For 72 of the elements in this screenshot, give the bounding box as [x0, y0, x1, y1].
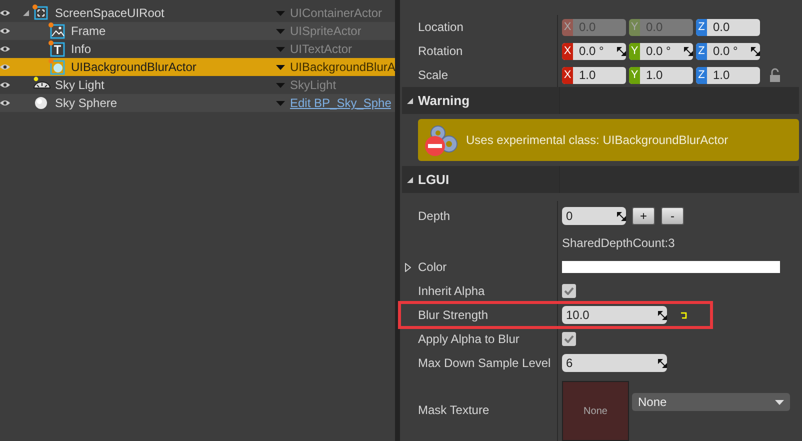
checkbox[interactable]: [562, 332, 576, 346]
property-label: Max Down Sample Level: [417, 355, 552, 372]
expanded-arrow-icon[interactable]: [22, 9, 30, 17]
section-title: Warning: [418, 92, 470, 110]
visibility-icon[interactable]: [0, 99, 10, 107]
outliner-row[interactable]: Sky Sphere Edit BP_Sky_Sphe: [0, 94, 395, 112]
actor-type: UISpriteActor: [290, 23, 362, 40]
number-field[interactable]: X 0.0 °: [562, 42, 626, 60]
outliner-row[interactable]: Info UITextActor: [0, 40, 395, 58]
outliner-row[interactable]: UIBackgroundBlurActor UIBackgroundBlurA: [0, 58, 395, 76]
drag-handle-icon: [684, 46, 693, 56]
actor-name: Sky Light: [55, 77, 104, 94]
edit-blueprint-link[interactable]: Edit BP_Sky_Sphe: [290, 94, 392, 112]
image-icon: [48, 22, 67, 40]
warning-message: Uses experimental class: UIBackgroundBlurActor: [466, 132, 728, 149]
section-header[interactable]: LGUI: [402, 166, 799, 193]
depth-button[interactable]: -: [661, 207, 684, 225]
property-label: Mask Texture: [417, 402, 490, 419]
text-icon: [48, 40, 67, 58]
property-label: Depth: [417, 208, 452, 225]
drag-handle-icon: [751, 46, 760, 56]
unlocked-lock-icon[interactable]: [769, 68, 781, 82]
checkbox[interactable]: [562, 284, 576, 298]
drag-handle-icon: [658, 358, 667, 368]
property-label: Color: [418, 259, 447, 276]
actor-type: UITextActor: [290, 41, 352, 58]
actor-type: UIContainerActor: [290, 5, 382, 22]
visibility-icon[interactable]: [0, 9, 10, 17]
number-field[interactable]: Y 0.0 °: [629, 42, 693, 60]
number-field[interactable]: X 1.0: [562, 66, 626, 84]
actor-name: UIBackgroundBlurActor: [71, 59, 196, 76]
number-field[interactable]: Z 0.0: [696, 18, 760, 36]
section-title: LGUI: [418, 170, 450, 189]
actor-type: SkyLight: [290, 77, 336, 94]
expanded-arrow-icon: [406, 176, 414, 184]
actor-name: Info: [71, 41, 92, 58]
outliner-row[interactable]: Frame UISpriteActor: [0, 22, 395, 40]
visibility-icon[interactable]: [0, 45, 10, 53]
property-label: Inherit Alpha: [417, 283, 486, 300]
outliner-row[interactable]: Sky Light SkyLight: [0, 76, 395, 94]
drag-handle-icon: [658, 310, 667, 320]
visibility-icon[interactable]: [0, 27, 10, 35]
visibility-icon[interactable]: [0, 81, 10, 89]
depth-button[interactable]: +: [632, 207, 655, 225]
property-label: Blur Strength: [417, 307, 490, 324]
actor-name: Frame: [71, 23, 106, 40]
property-label: Location: [417, 19, 464, 36]
number-field[interactable]: 10.0: [562, 306, 667, 324]
property-label: Apply Alpha to Blur: [417, 331, 520, 348]
property-label: Scale: [417, 67, 450, 84]
expanded-arrow-icon: [406, 96, 414, 104]
depth-count-text: SharedDepthCount:3: [562, 235, 675, 252]
outliner-row[interactable]: ScreenSpaceUIRoot UIContainerActor: [0, 4, 395, 22]
dropdown-caret-icon: [775, 400, 784, 404]
collapsed-arrow-icon[interactable]: [405, 262, 411, 272]
visibility-icon[interactable]: [0, 63, 10, 71]
section-header[interactable]: Warning: [402, 87, 799, 114]
number-field[interactable]: 6: [562, 354, 667, 372]
texture-dropdown[interactable]: None: [632, 393, 790, 411]
actor-name: Sky Sphere: [55, 95, 118, 112]
number-field[interactable]: 0: [562, 207, 626, 225]
actor-name: ScreenSpaceUIRoot: [55, 5, 164, 22]
texture-thumbnail[interactable]: None: [562, 381, 629, 441]
actor-type: UIBackgroundBlurA: [290, 59, 395, 76]
color-swatch[interactable]: [562, 261, 780, 273]
dropdown-caret-icon[interactable]: [276, 64, 285, 70]
property-label: Rotation: [417, 43, 464, 60]
drag-handle-icon: [617, 212, 626, 220]
number-field[interactable]: Z 1.0: [696, 66, 760, 84]
number-field[interactable]: Z 0.0 °: [696, 42, 760, 60]
number-field[interactable]: Y 1.0: [629, 66, 693, 84]
drag-handle-icon: [617, 46, 626, 56]
